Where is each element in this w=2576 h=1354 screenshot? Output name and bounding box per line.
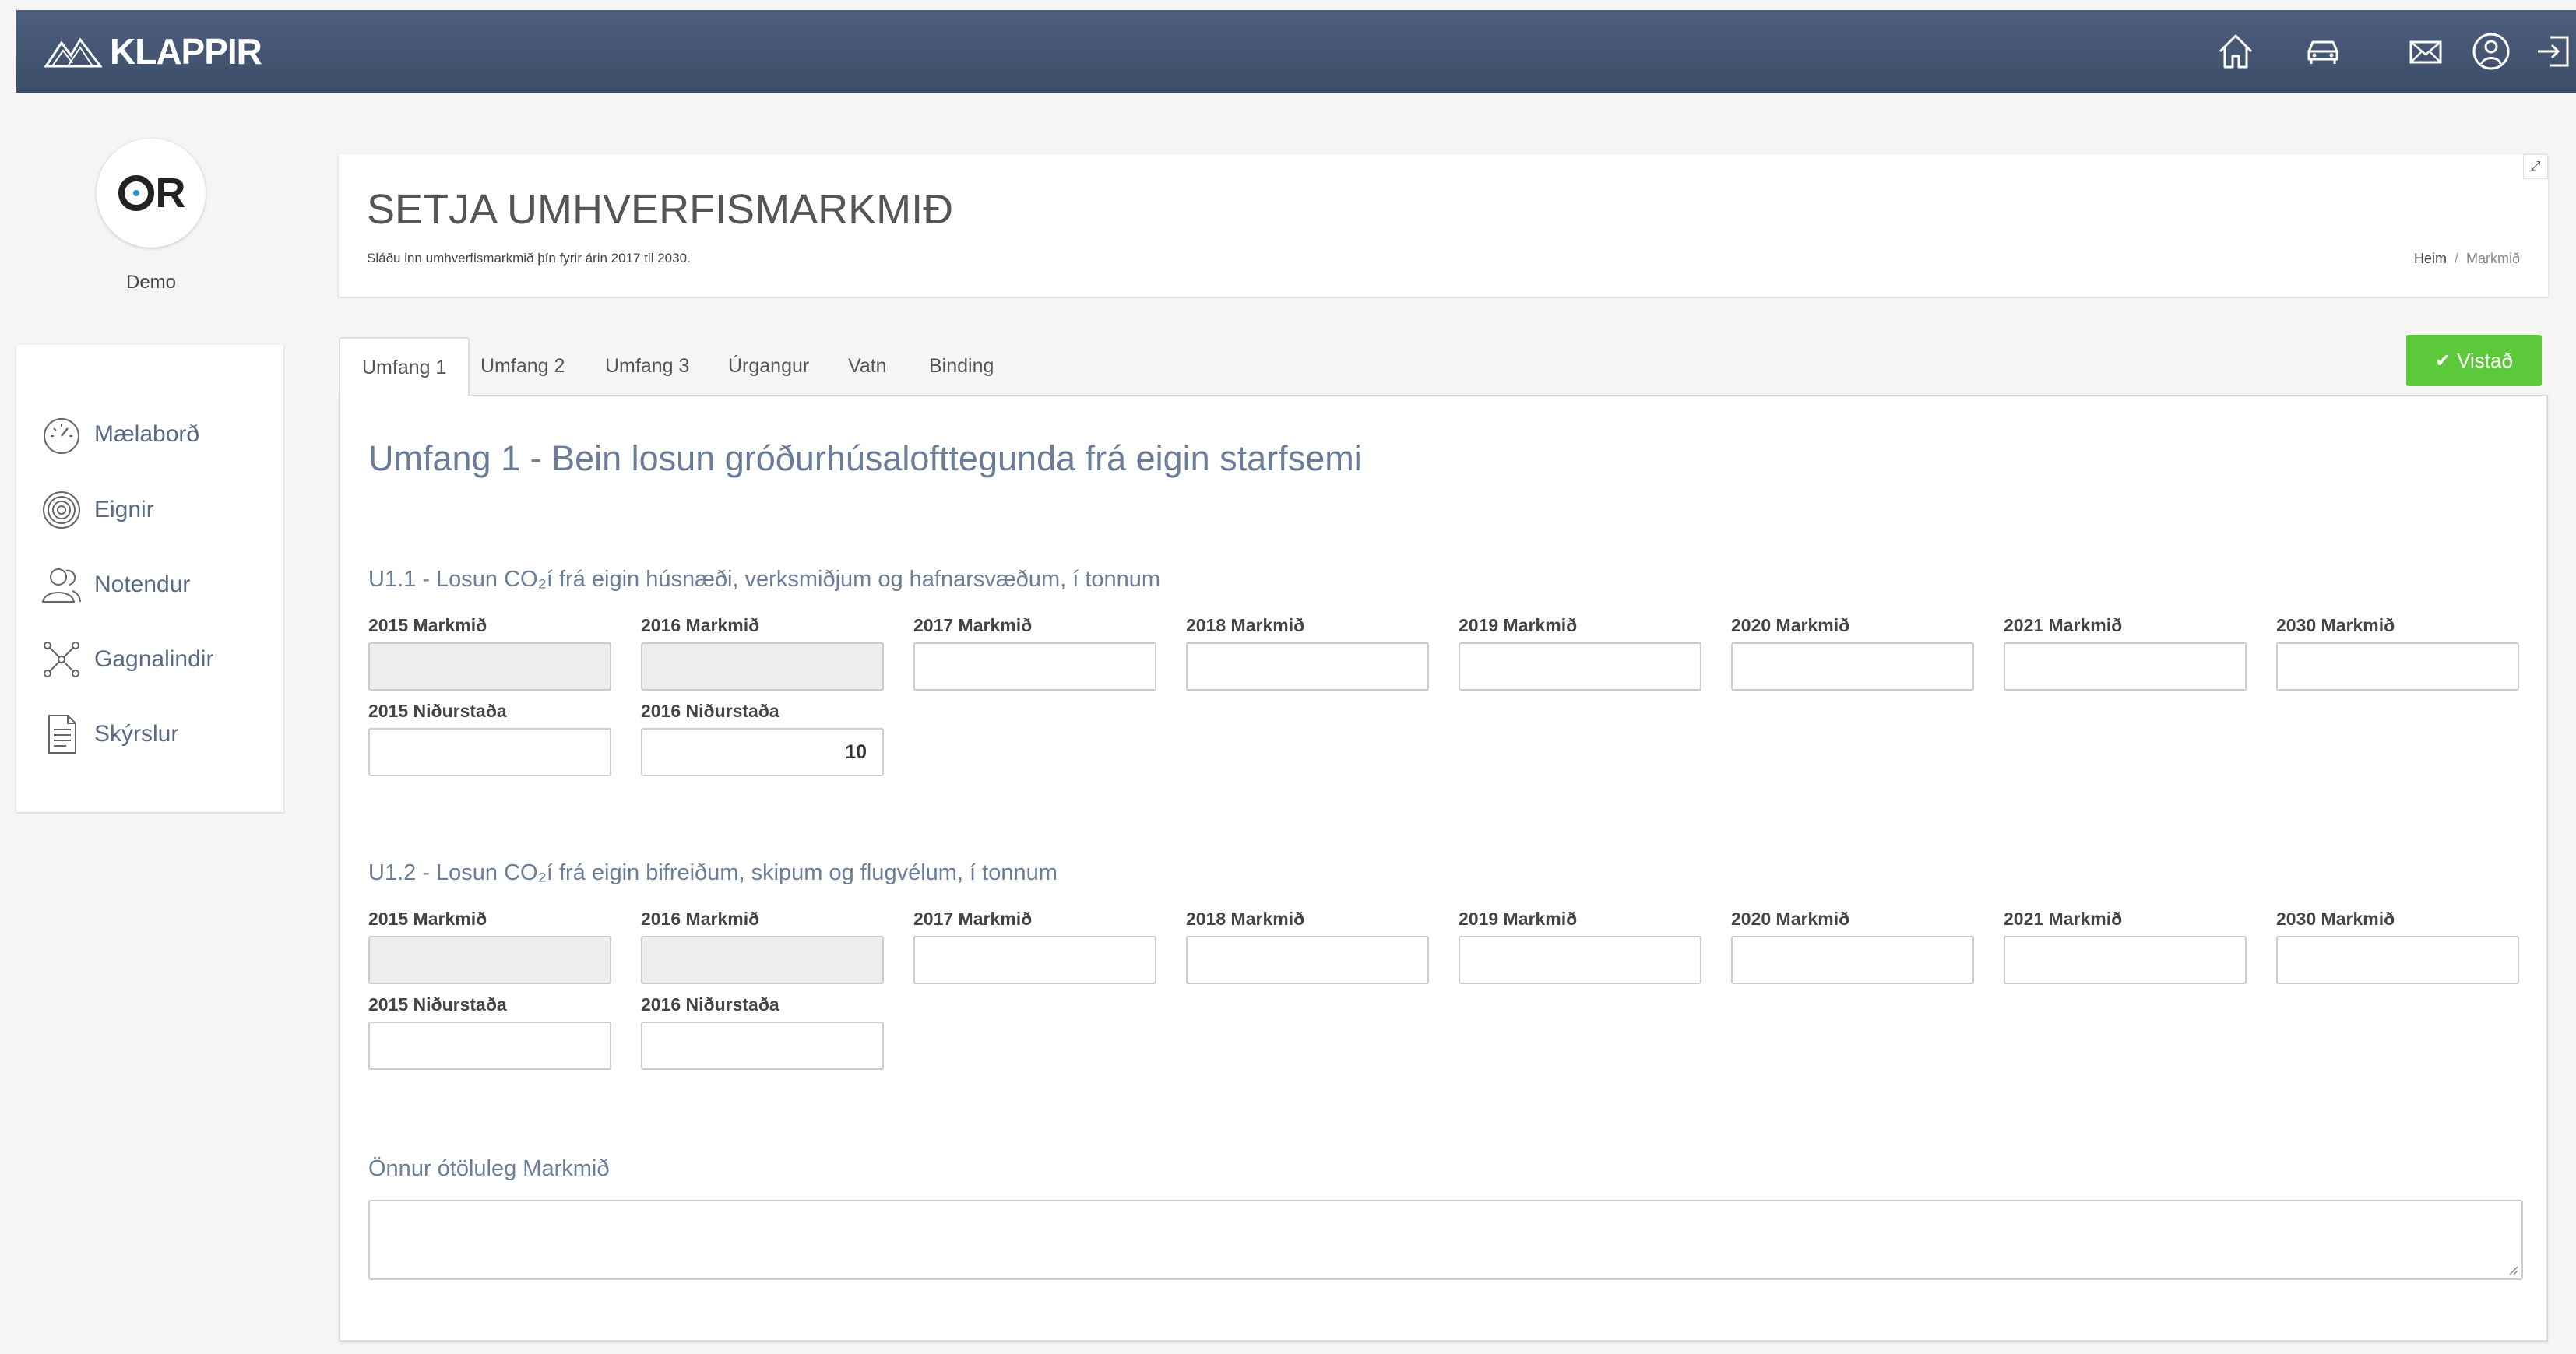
sidebar-item-label: Mælaborð [94, 421, 200, 447]
sidebar-item-dashboard[interactable]: Mælaborð [40, 411, 199, 458]
top-bar: KLAPPIR [16, 10, 2576, 93]
sidebar-item-label: Skýrslur [94, 721, 179, 747]
field-label: 2016 Markmið [641, 909, 760, 929]
field-label: 2030 Markmið [2276, 909, 2395, 929]
sidebar: Mælaborð Eignir Notendur Gagnalindir Ský… [16, 345, 283, 812]
field-label: 2015 Niðurstaða [368, 994, 507, 1015]
target-2016-input [641, 936, 884, 984]
tab-umfang-1[interactable]: Umfang 1 [339, 337, 470, 397]
other-goals-textarea[interactable] [368, 1200, 2523, 1280]
sidebar-item-reports[interactable]: Skýrslur [40, 711, 178, 758]
field-label: 2021 Markmið [2004, 615, 2123, 635]
target-2018-input[interactable] [1186, 936, 1429, 984]
target-2019-input[interactable] [1459, 936, 1701, 984]
section-title: Umfang 1 - Bein losun gróðurhúsalofttegu… [368, 438, 1362, 478]
field-label: 2016 Markmið [641, 615, 760, 635]
field-label: 2019 Markmið [1459, 909, 1578, 929]
app-frame: KLAPPIR R Demo Mælaborð Eignir Notendur … [16, 10, 2576, 1354]
expand-icon[interactable]: ⤢ [2523, 154, 2548, 179]
home-icon[interactable] [2214, 30, 2258, 73]
profile-name: Demo [125, 272, 177, 293]
target-2015-input [368, 936, 611, 984]
tab-bar: Umfang 1 Umfang 2 Umfang 3 Úrgangur Vatn… [339, 337, 2548, 397]
sidebar-item-label: Notendur [94, 571, 191, 597]
group-title-u1-2: U1.2 - Losun CO₂í frá eigin bifreiðum, s… [368, 860, 1057, 885]
resize-handle-icon[interactable] [2507, 1264, 2518, 1275]
field-label: 2018 Markmið [1186, 615, 1305, 635]
target-2030-input[interactable] [2276, 642, 2519, 691]
target-2019-input[interactable] [1459, 642, 1701, 691]
save-button[interactable]: ✔ Vistað [2406, 335, 2542, 386]
tab-umfang-2[interactable]: Umfang 2 [459, 337, 586, 395]
sidebar-item-assets[interactable]: Eignir [40, 487, 154, 533]
field-label: 2016 Niðurstaða [641, 994, 779, 1015]
check-icon: ✔ [2435, 350, 2451, 371]
sidebar-item-data-sources[interactable]: Gagnalindir [40, 636, 213, 683]
user-icon[interactable] [2469, 30, 2513, 73]
company-logo: R [118, 169, 186, 217]
target-2020-input[interactable] [1731, 642, 1974, 691]
field-label: 2017 Markmið [913, 615, 1033, 635]
field-label: 2015 Markmið [368, 615, 487, 635]
result-2015-input[interactable] [368, 1022, 611, 1070]
field-label: 2016 Niðurstaða [641, 701, 779, 721]
target-2017-input[interactable] [913, 936, 1156, 984]
sidebar-item-users[interactable]: Notendur [40, 561, 190, 608]
company-avatar[interactable]: R [97, 139, 206, 248]
field-label: 2017 Markmið [913, 909, 1033, 929]
assets-icon [43, 491, 80, 529]
group-title-u1-1: U1.1 - Losun CO₂í frá eigin húsnæði, ver… [368, 567, 1161, 592]
tab-binding[interactable]: Binding [907, 337, 1015, 395]
target-2021-input[interactable] [2004, 642, 2247, 691]
other-goals-label: Önnur ótöluleg Markmið [368, 1156, 610, 1181]
tab-umfang-3[interactable]: Umfang 3 [583, 337, 711, 395]
company-logo-o [118, 175, 154, 211]
data-sources-icon [44, 642, 79, 677]
target-2016-input [641, 642, 884, 691]
target-2017-input[interactable] [913, 642, 1156, 691]
tab-vatn[interactable]: Vatn [826, 337, 909, 395]
logout-icon[interactable] [2532, 30, 2575, 73]
mail-icon[interactable] [2404, 30, 2448, 73]
field-label: 2015 Niðurstaða [368, 701, 507, 721]
target-2021-input[interactable] [2004, 936, 2247, 984]
field-label: 2015 Markmið [368, 909, 487, 929]
field-label: 2030 Markmið [2276, 615, 2395, 635]
field-label: 2020 Markmið [1731, 615, 1850, 635]
car-icon[interactable] [2301, 30, 2345, 73]
sidebar-item-label: Gagnalindir [94, 646, 214, 672]
sidebar-item-label: Eignir [94, 497, 154, 522]
mountain-logo-icon [44, 37, 102, 68]
main-panel: Umfang 1 - Bein losun gróðurhúsalofttegu… [339, 396, 2548, 1342]
tab-urgangur[interactable]: Úrgangur [706, 337, 831, 395]
field-label: 2021 Markmið [2004, 909, 2123, 929]
target-2030-input[interactable] [2276, 936, 2519, 984]
page-title: SETJA UMHVERFISMARKMIÐ [367, 186, 954, 233]
result-2015-input[interactable] [368, 728, 611, 776]
breadcrumb-separator: / [2454, 251, 2458, 266]
save-button-label: Vistað [2457, 348, 2513, 372]
target-2015-input [368, 642, 611, 691]
users-icon [41, 568, 81, 603]
reports-icon [48, 715, 76, 754]
breadcrumb: Heim / Markmið [2414, 251, 2520, 267]
result-2016-input[interactable]: 10 [641, 728, 884, 776]
field-label: 2019 Markmið [1459, 615, 1578, 635]
brand-name: KLAPPIR [110, 31, 262, 72]
breadcrumb-home[interactable]: Heim [2414, 251, 2447, 266]
result-2016-input[interactable] [641, 1022, 884, 1070]
brand-logo[interactable]: KLAPPIR [44, 27, 262, 76]
breadcrumb-current: Markmið [2465, 251, 2520, 266]
page-subtitle: Sláðu inn umhverfismarkmið þín fyrir ári… [367, 251, 691, 266]
field-label: 2018 Markmið [1186, 909, 1305, 929]
target-2020-input[interactable] [1731, 936, 1974, 984]
target-2018-input[interactable] [1186, 642, 1429, 691]
dashboard-icon [44, 418, 79, 454]
page-header: SETJA UMHVERFISMARKMIÐ Sláðu inn umhverf… [339, 154, 2548, 297]
field-label: 2020 Markmið [1731, 909, 1850, 929]
